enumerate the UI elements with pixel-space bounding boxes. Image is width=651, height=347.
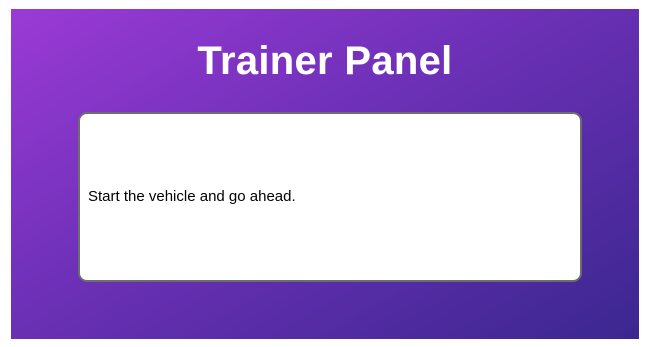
trainer-panel-background: Trainer Panel Start the vehicle and go a… xyxy=(11,9,639,339)
page-title: Trainer Panel xyxy=(197,39,453,83)
instruction-box: Start the vehicle and go ahead. xyxy=(78,112,582,282)
instruction-message: Start the vehicle and go ahead. xyxy=(88,188,296,205)
